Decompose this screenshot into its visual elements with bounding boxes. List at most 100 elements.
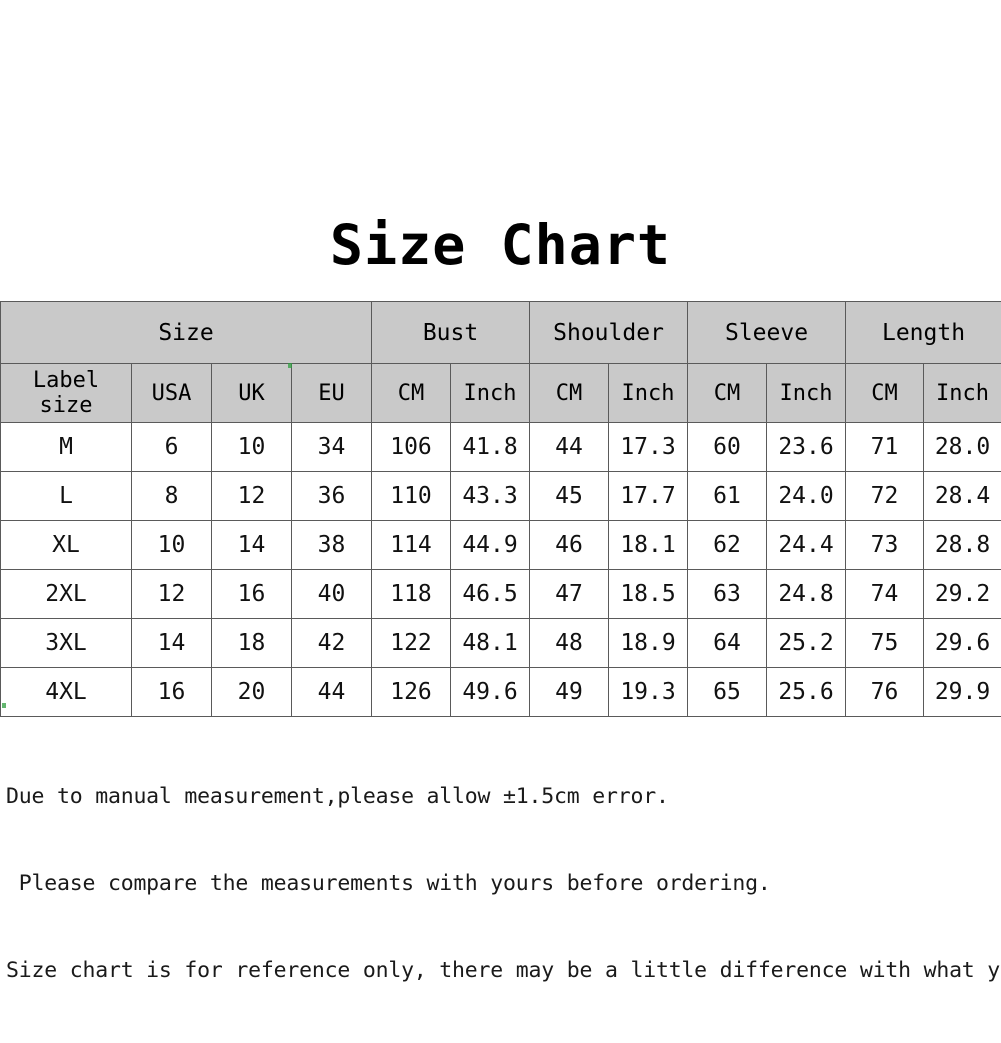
cell-length-cm: 76 [846, 668, 924, 717]
cell-usa: 12 [132, 570, 212, 619]
cell-uk: 10 [212, 423, 292, 472]
cell-bust-inch: 48.1 [451, 619, 530, 668]
cell-bust-inch: 43.3 [451, 472, 530, 521]
table-row: 2XL 12 16 40 118 46.5 47 18.5 63 24.8 74… [1, 570, 1001, 619]
cell-shoulder-inch: 19.3 [609, 668, 688, 717]
cell-eu: 44 [292, 668, 372, 717]
cell-bust-inch: 49.6 [451, 668, 530, 717]
table-row: XL 10 14 38 114 44.9 46 18.1 62 24.4 73 … [1, 521, 1001, 570]
column-header-length-cm: CM [846, 364, 924, 423]
size-chart-table-container: Size Bust Shoulder Sleeve Length Label s… [0, 301, 1001, 717]
cell-shoulder-inch: 18.1 [609, 521, 688, 570]
cell-bust-cm: 106 [372, 423, 451, 472]
cell-length-inch: 28.4 [924, 472, 1001, 521]
cell-eu: 36 [292, 472, 372, 521]
cell-eu: 34 [292, 423, 372, 472]
cell-length-inch: 29.6 [924, 619, 1001, 668]
cell-sleeve-inch: 24.4 [767, 521, 846, 570]
cell-uk: 14 [212, 521, 292, 570]
table-row: 3XL 14 18 42 122 48.1 48 18.9 64 25.2 75… [1, 619, 1001, 668]
table-row: 4XL 16 20 44 126 49.6 49 19.3 65 25.6 76… [1, 668, 1001, 717]
cell-uk: 18 [212, 619, 292, 668]
cell-sleeve-inch: 25.6 [767, 668, 846, 717]
cell-sleeve-inch: 23.6 [767, 423, 846, 472]
column-header-bust-inch: Inch [451, 364, 530, 423]
cell-sleeve-inch: 24.8 [767, 570, 846, 619]
cell-length-inch: 29.2 [924, 570, 1001, 619]
column-header-shoulder-cm: CM [530, 364, 609, 423]
cell-eu: 38 [292, 521, 372, 570]
cell-shoulder-cm: 48 [530, 619, 609, 668]
cell-shoulder-cm: 49 [530, 668, 609, 717]
cell-sleeve-cm: 63 [688, 570, 767, 619]
cell-bust-cm: 110 [372, 472, 451, 521]
cell-label-size: XL [1, 521, 132, 570]
cell-shoulder-inch: 18.9 [609, 619, 688, 668]
table-row: L 8 12 36 110 43.3 45 17.7 61 24.0 72 28… [1, 472, 1001, 521]
cell-label-size: 2XL [1, 570, 132, 619]
cell-sleeve-inch: 25.2 [767, 619, 846, 668]
cell-length-inch: 29.9 [924, 668, 1001, 717]
note-line-measurement-error: Due to manual measurement,please allow ±… [6, 782, 1001, 811]
cell-sleeve-cm: 62 [688, 521, 767, 570]
table-subheader-row: Label size USA UK EU CM Inch CM Inch CM … [1, 364, 1001, 423]
cell-label-size: L [1, 472, 132, 521]
cell-bust-cm: 118 [372, 570, 451, 619]
table-header: Size Bust Shoulder Sleeve Length Label s… [1, 302, 1001, 423]
column-header-bust-cm: CM [372, 364, 451, 423]
cell-length-cm: 73 [846, 521, 924, 570]
size-chart-table: Size Bust Shoulder Sleeve Length Label s… [0, 301, 1001, 717]
column-header-usa: USA [132, 364, 212, 423]
cell-uk: 16 [212, 570, 292, 619]
cell-length-cm: 74 [846, 570, 924, 619]
cell-shoulder-inch: 17.7 [609, 472, 688, 521]
group-header-shoulder: Shoulder [530, 302, 688, 364]
column-header-label-size: Label size [1, 364, 132, 423]
scan-artifact-speck [2, 703, 6, 708]
note-line-compare-measurements: Please compare the measurements with you… [6, 869, 1001, 898]
column-header-eu: EU [292, 364, 372, 423]
cell-length-cm: 75 [846, 619, 924, 668]
column-header-uk: UK [212, 364, 292, 423]
cell-shoulder-cm: 46 [530, 521, 609, 570]
group-header-bust: Bust [372, 302, 530, 364]
cell-usa: 16 [132, 668, 212, 717]
cell-bust-inch: 46.5 [451, 570, 530, 619]
cell-sleeve-cm: 64 [688, 619, 767, 668]
cell-length-cm: 72 [846, 472, 924, 521]
size-chart-page: Size Chart Size Bust Shoulder Sleeve Len… [0, 0, 1001, 1001]
cell-usa: 14 [132, 619, 212, 668]
cell-sleeve-cm: 65 [688, 668, 767, 717]
note-line-reference-only: Size chart is for reference only, there … [6, 956, 1001, 985]
group-header-sleeve: Sleeve [688, 302, 846, 364]
group-header-length: Length [846, 302, 1001, 364]
column-header-shoulder-inch: Inch [609, 364, 688, 423]
table-row: M 6 10 34 106 41.8 44 17.3 60 23.6 71 28… [1, 423, 1001, 472]
cell-length-inch: 28.0 [924, 423, 1001, 472]
cell-shoulder-cm: 44 [530, 423, 609, 472]
cell-usa: 8 [132, 472, 212, 521]
cell-eu: 40 [292, 570, 372, 619]
column-header-sleeve-cm: CM [688, 364, 767, 423]
scan-artifact-speck [288, 363, 292, 368]
cell-length-inch: 28.8 [924, 521, 1001, 570]
disclaimer-notes: Due to manual measurement,please allow ±… [6, 724, 1001, 1043]
page-title: Size Chart [0, 212, 1001, 278]
cell-usa: 10 [132, 521, 212, 570]
cell-sleeve-cm: 60 [688, 423, 767, 472]
cell-label-size: 3XL [1, 619, 132, 668]
cell-shoulder-inch: 18.5 [609, 570, 688, 619]
cell-uk: 20 [212, 668, 292, 717]
cell-label-size: M [1, 423, 132, 472]
cell-bust-inch: 41.8 [451, 423, 530, 472]
cell-shoulder-cm: 47 [530, 570, 609, 619]
cell-length-cm: 71 [846, 423, 924, 472]
cell-label-size: 4XL [1, 668, 132, 717]
cell-shoulder-inch: 17.3 [609, 423, 688, 472]
cell-bust-cm: 114 [372, 521, 451, 570]
column-header-sleeve-inch: Inch [767, 364, 846, 423]
cell-usa: 6 [132, 423, 212, 472]
column-header-length-inch: Inch [924, 364, 1001, 423]
cell-sleeve-inch: 24.0 [767, 472, 846, 521]
cell-sleeve-cm: 61 [688, 472, 767, 521]
